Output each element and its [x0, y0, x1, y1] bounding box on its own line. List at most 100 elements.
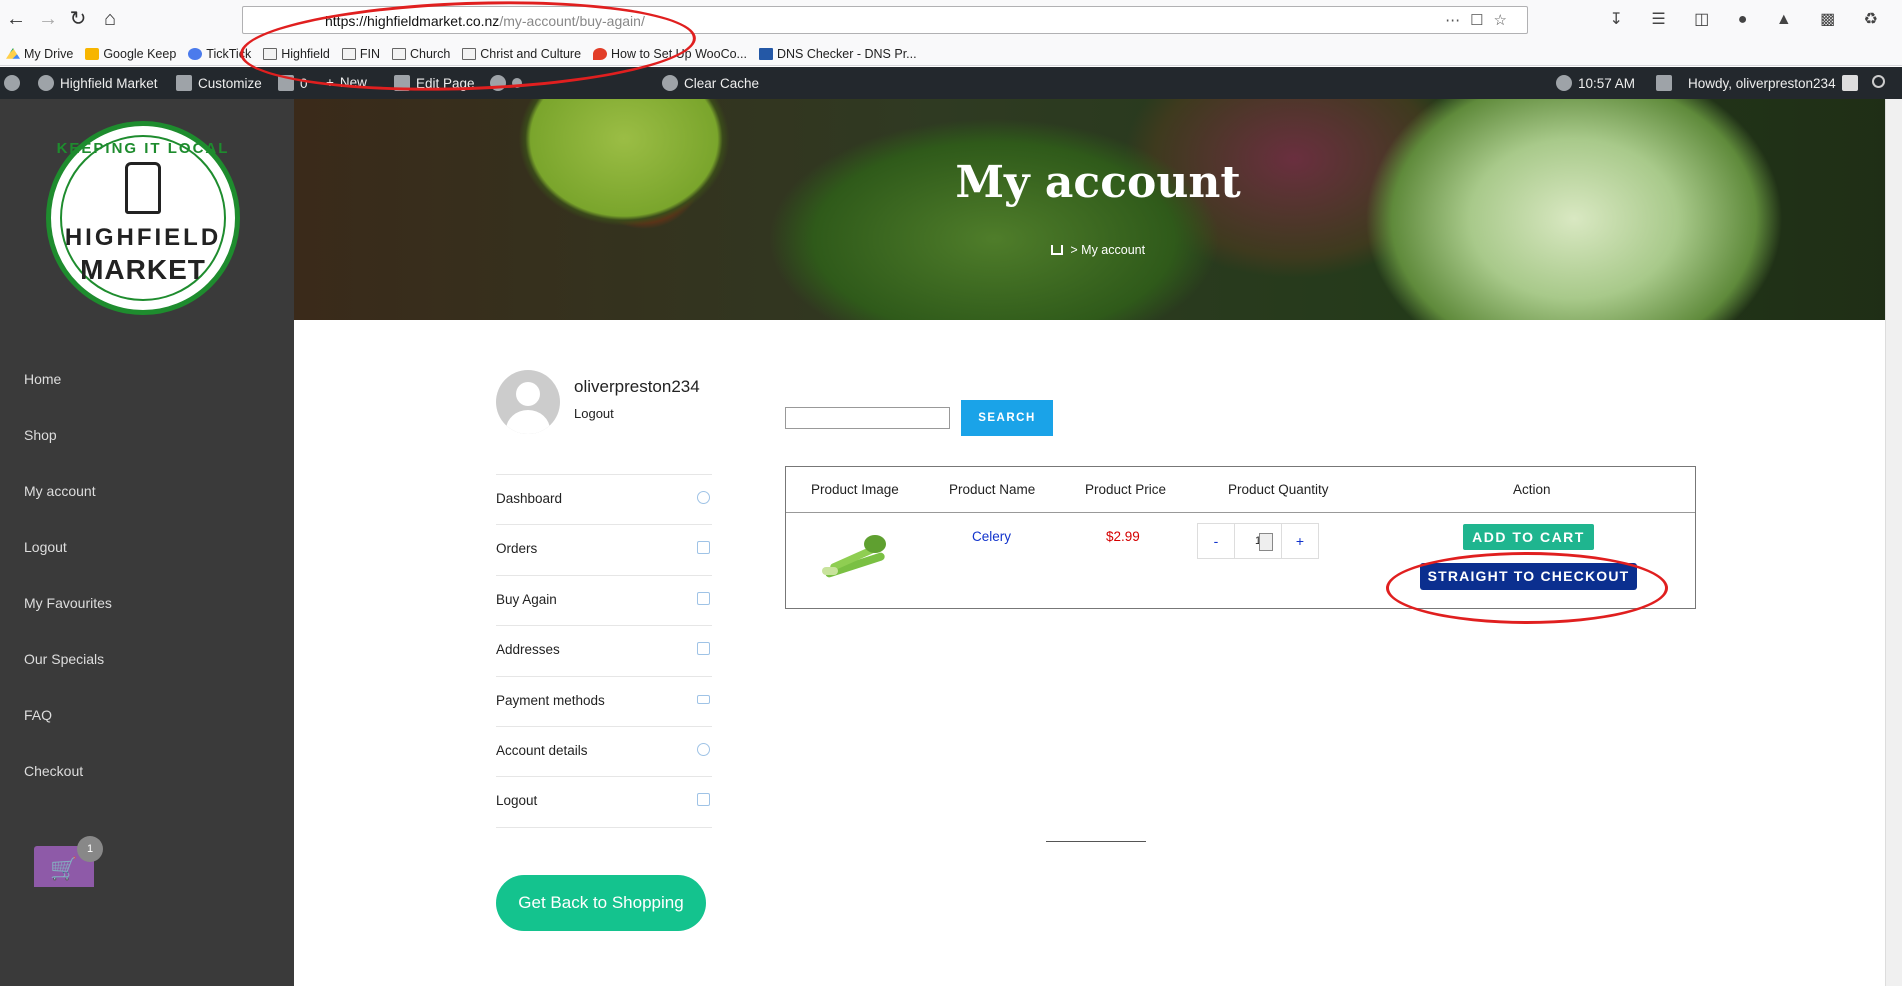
home-icon[interactable] [1050, 245, 1063, 255]
comment-icon [278, 75, 294, 91]
column-header-product-quantity: Product Quantity [1228, 482, 1329, 497]
back-icon[interactable]: ← [4, 7, 28, 31]
toolbar-icons[interactable]: ↧ ☰ ◫ ● ▲ ▩ ♻ [1610, 9, 1891, 29]
url-bar[interactable]: https://highfieldmarket.co.nz/my-account… [242, 6, 1528, 34]
bookmark-church[interactable]: Church [391, 44, 450, 64]
dns-checker-icon [758, 48, 773, 60]
milk-bottle-icon [125, 162, 161, 214]
clear-cache-link[interactable]: Clear Cache [662, 75, 759, 91]
account-nav-addresses[interactable]: Addresses [496, 626, 712, 677]
notification-icon[interactable] [1656, 75, 1672, 91]
cart-icon [697, 541, 710, 555]
sidebar-item-faq[interactable]: FAQ [24, 707, 112, 763]
drive-icon [6, 48, 20, 59]
url-actions-icon[interactable]: ⋯☐☆ [1445, 11, 1517, 29]
new-content-link[interactable]: + New [326, 75, 367, 90]
account-nav-payment-methods[interactable]: Payment methods [496, 677, 712, 727]
forward-icon[interactable]: → [36, 7, 60, 31]
dashboard-icon [697, 491, 710, 504]
clock-icon [1556, 75, 1572, 91]
account-nav-buy-again[interactable]: Buy Again [496, 576, 712, 627]
home-icon [697, 642, 710, 656]
sidebar-item-shop[interactable]: Shop [24, 427, 112, 483]
sidebar-menu: Home Shop My account Logout My Favourite… [24, 371, 112, 819]
buy-again-table: Product Image Product Name Product Price… [785, 466, 1696, 609]
search-icon[interactable] [1872, 75, 1885, 88]
sidebar-item-my-account[interactable]: My account [24, 483, 112, 539]
sidebar-item-logout[interactable]: Logout [24, 539, 112, 595]
folder-icon [341, 48, 356, 60]
hero-banner: My account > My account [294, 99, 1902, 320]
sidebar-item-our-specials[interactable]: Our Specials [24, 651, 112, 707]
quantity-plus-button[interactable]: + [1282, 524, 1318, 558]
bookmark-fin[interactable]: FIN [341, 44, 380, 64]
credit-card-icon [697, 694, 710, 704]
logo-tagline: KEEPING IT LOCAL [56, 140, 230, 157]
wp-admin-bar: Highfield Market Customize 0 + New Edit P… [0, 67, 1902, 99]
table-header: Product Image Product Name Product Price… [786, 467, 1695, 513]
ticktick-icon [188, 48, 203, 60]
bookmarks-bar: My Drive Google Keep TickTick Highfield … [6, 44, 917, 64]
comments-link[interactable]: 0 [278, 75, 308, 91]
keep-icon [85, 48, 100, 60]
folder-icon [462, 48, 477, 60]
bookmark-highfield[interactable]: Highfield [263, 44, 330, 64]
cache-icon [662, 75, 678, 91]
wordpress-logo-icon[interactable] [4, 75, 20, 91]
celery-product-image[interactable] [820, 533, 892, 579]
bookmark-google-keep[interactable]: Google Keep [85, 44, 176, 64]
quantity-minus-button[interactable]: - [1198, 524, 1234, 558]
bookmark-ticktick[interactable]: TickTick [188, 44, 251, 64]
woocommerce-icon [593, 48, 608, 60]
edit-page-link[interactable]: Edit Page [394, 75, 475, 91]
logo-market: MARKET [80, 254, 206, 285]
straight-to-checkout-button[interactable]: STRAIGHT TO CHECKOUT [1420, 563, 1637, 590]
avatar-icon [1841, 75, 1858, 91]
home-icon[interactable]: ⌂ [98, 7, 122, 31]
bookmark-woocommerce[interactable]: How to Set Up WooCo... [593, 44, 747, 64]
reload-icon[interactable]: ↻ [66, 7, 90, 31]
column-header-product-name: Product Name [949, 482, 1036, 497]
product-name-link[interactable]: Celery [972, 529, 1011, 544]
sidebar-item-my-favourites[interactable]: My Favourites [24, 595, 112, 651]
scrollbar[interactable] [1885, 99, 1902, 986]
pencil-icon [394, 75, 410, 91]
clock-item: 10:57 AM [1556, 75, 1635, 91]
logout-link[interactable]: Logout [574, 406, 614, 421]
column-header-product-price: Product Price [1085, 482, 1167, 497]
bookmark-my-drive[interactable]: My Drive [6, 44, 73, 64]
plus-icon: + [326, 75, 334, 90]
customize-link[interactable]: Customize [176, 75, 262, 91]
get-back-to-shopping-button[interactable]: Get Back to Shopping [496, 875, 706, 931]
column-header-product-image: Product Image [811, 482, 899, 497]
search-button[interactable]: SEARCH [961, 400, 1053, 436]
content-divider [1046, 841, 1146, 842]
bookmark-dns-checker[interactable]: DNS Checker - DNS Pr... [758, 44, 917, 64]
folder-icon [391, 48, 406, 60]
site-name-link[interactable]: Highfield Market [38, 75, 158, 91]
brush-icon [176, 75, 192, 91]
search-input[interactable] [785, 407, 950, 429]
logout-icon [697, 793, 710, 807]
account-nav-orders[interactable]: Orders [496, 525, 712, 576]
avatar [496, 370, 560, 434]
account-nav-dashboard[interactable]: Dashboard [496, 475, 712, 526]
sidebar-item-home[interactable]: Home [24, 371, 112, 427]
product-price: $2.99 [1106, 529, 1140, 544]
quantity-input[interactable]: 1 [1234, 524, 1282, 558]
document-icon [697, 591, 710, 605]
howdy-menu[interactable]: Howdy, oliverpreston234 [1688, 75, 1858, 91]
logo-highfield: HIGHFIELD [64, 224, 222, 251]
sidebar-item-checkout[interactable]: Checkout [24, 763, 112, 819]
account-username: oliverpreston234 [574, 377, 700, 396]
account-nav-logout[interactable]: Logout [496, 777, 712, 828]
seo-icon[interactable] [490, 75, 522, 91]
highfield-market-logo[interactable]: KEEPING IT LOCAL HIGHFIELD MARKET [46, 121, 240, 315]
browser-toolbar: ← → ↻ ⌂ https://highfieldmarket.co.nz/my… [0, 0, 1902, 66]
account-nav-account-details[interactable]: Account details [496, 727, 712, 778]
add-to-cart-button[interactable]: ADD TO CART [1463, 524, 1594, 550]
url-text: https://highfieldmarket.co.nz/my-account… [325, 13, 645, 29]
page-title: My account [955, 157, 1241, 208]
folder-icon [263, 48, 278, 60]
bookmark-christ-and-culture[interactable]: Christ and Culture [462, 44, 581, 64]
